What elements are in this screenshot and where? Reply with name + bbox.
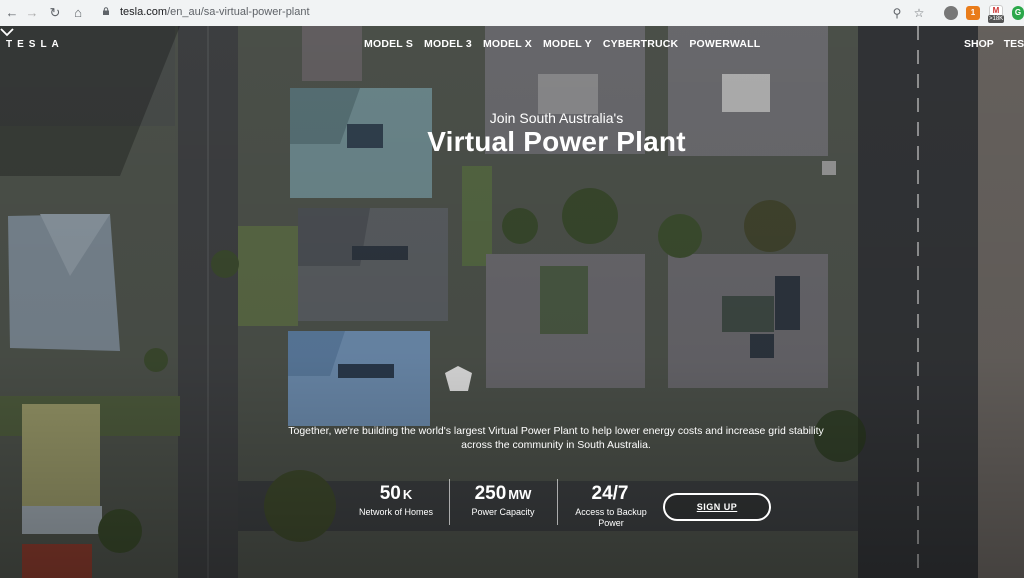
hero-subtitle: Join South Australia's [489, 110, 624, 126]
extension-icon[interactable] [944, 6, 958, 20]
stat-capacity-label: Power Capacity [471, 507, 535, 517]
stat-homes: 50 K Network of Homes [346, 483, 446, 518]
nav-tesla-account[interactable]: TES [1004, 38, 1024, 50]
main-nav: MODEL S MODEL 3 MODEL X MODEL Y CYBERTRU… [364, 38, 760, 50]
stat-backup: 24/7 Access to Backup Power [562, 483, 660, 529]
tesla-logo[interactable]: TESLA [6, 39, 64, 50]
nav-powerwall[interactable]: POWERWALL [689, 38, 760, 50]
gmail-badge: >18K [988, 15, 1005, 23]
hero-section: TESLA MODEL S MODEL 3 MODEL X MODEL Y CY… [0, 26, 1024, 578]
nav-model-3[interactable]: MODEL 3 [424, 38, 472, 50]
nav-cybertruck[interactable]: CYBERTRUCK [603, 38, 679, 50]
url-text: tesla.com/en_au/sa-virtual-power-plant [120, 6, 310, 18]
stat-capacity-value: 250 MW [474, 483, 532, 504]
nav-model-s[interactable]: MODEL S [364, 38, 413, 50]
lock-icon [103, 7, 109, 15]
home-icon[interactable]: ⌂ [70, 5, 86, 21]
hero-description: Together, we're building the world's lar… [288, 425, 824, 451]
nav-model-y[interactable]: MODEL Y [543, 38, 592, 50]
stat-homes-label: Network of Homes [358, 507, 434, 517]
hero-title: Virtual Power Plant [427, 126, 686, 157]
extension-orange-icon[interactable]: 1 [966, 6, 980, 20]
nav-shop[interactable]: SHOP [964, 38, 994, 50]
stat-capacity: 250 MW Power Capacity [453, 483, 553, 518]
stat-backup-value: 24/7 [591, 483, 629, 504]
extension-green-icon[interactable]: G [1012, 6, 1024, 20]
browser-toolbar: ← → ↻ ⌂ tesla.com/en_au/sa-virtual-power… [0, 0, 1024, 27]
address-bar[interactable]: tesla.com/en_au/sa-virtual-power-plant ⚲… [96, 3, 934, 23]
stat-divider [449, 479, 450, 525]
reload-icon[interactable]: ↻ [47, 5, 63, 21]
stat-divider [557, 479, 558, 525]
right-nav: SHOP TES [964, 38, 1024, 50]
back-icon[interactable]: ← [4, 5, 20, 21]
chevron-down-icon[interactable] [0, 26, 14, 38]
stat-homes-value: 50 K [379, 483, 413, 504]
stat-backup-label: Access to Backup Power [575, 507, 647, 528]
sign-up-button[interactable]: SIGN UP [663, 493, 771, 521]
zoom-icon[interactable]: ⚲ [890, 6, 904, 20]
nav-model-x[interactable]: MODEL X [483, 38, 532, 50]
bookmark-star-icon[interactable]: ☆ [912, 6, 926, 20]
forward-icon[interactable]: → [24, 5, 40, 21]
